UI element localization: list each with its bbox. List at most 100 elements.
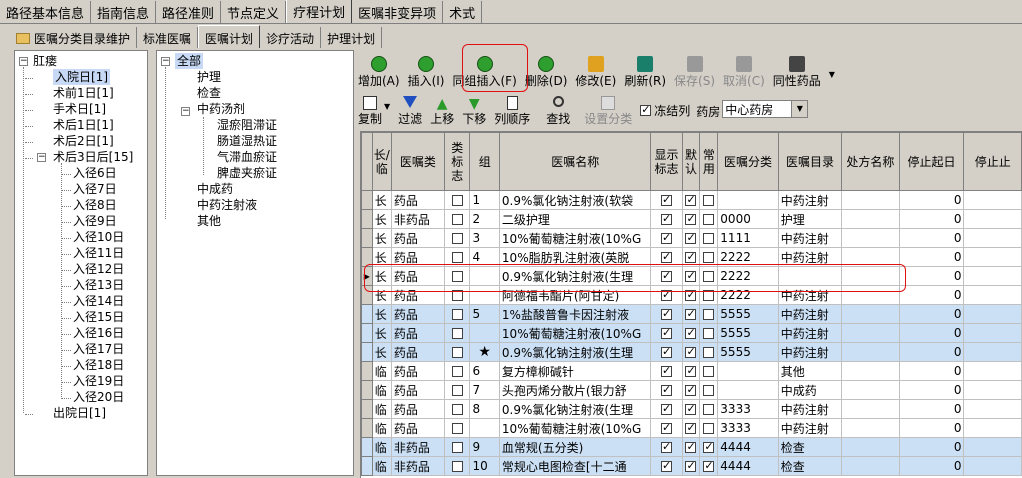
table-row[interactable]: 临药品 7头孢丙烯分散片(银力舒 中成药 0 xyxy=(361,380,1022,400)
move-up-button[interactable]: ▲ 上移 xyxy=(430,96,454,126)
header-show-flag[interactable]: 显示标志 xyxy=(650,132,683,191)
default-checkbox[interactable] xyxy=(685,231,697,245)
tree-node[interactable]: 入径11日 xyxy=(73,245,124,261)
common-checkbox[interactable] xyxy=(703,214,715,225)
filter-button[interactable]: 过滤 xyxy=(398,96,422,126)
tree-node[interactable]: 入径18日 xyxy=(73,357,124,373)
show-flag-checkbox[interactable] xyxy=(661,307,672,321)
tab-nursing-plan[interactable]: 护理计划 xyxy=(321,27,383,48)
common-checkbox[interactable] xyxy=(703,423,715,434)
tree-node[interactable]: 入径19日 xyxy=(73,373,124,389)
tree-node[interactable]: 中药注射液 xyxy=(197,197,257,213)
toolbar-button[interactable]: 删除(D) xyxy=(525,56,567,88)
order-grid[interactable]: 长/临 医嘱类 类标志组医嘱名称 显示标志 默认 常用 医嘱分类 医嘱目录 处方名称 停止起日 停止… xyxy=(360,131,1022,478)
type-flag-checkbox[interactable] xyxy=(451,423,463,434)
tree-root[interactable]: 全部 xyxy=(175,53,204,69)
header-order-category[interactable]: 医嘱分类 xyxy=(717,132,779,191)
show-flag-checkbox[interactable] xyxy=(661,326,672,340)
set-category-button[interactable]: 设置分类 xyxy=(584,96,632,126)
tree-node[interactable]: 入院日[1] xyxy=(53,69,110,85)
default-checkbox[interactable] xyxy=(685,440,697,454)
type-flag-checkbox[interactable] xyxy=(451,442,463,453)
tree-node[interactable]: 入径9日 xyxy=(73,213,117,229)
collapse-icon[interactable]: − xyxy=(37,153,46,162)
collapse-icon[interactable]: − xyxy=(161,57,170,66)
tree-node[interactable]: 其他 xyxy=(197,213,221,229)
tree-node[interactable]: 术前1日[1] xyxy=(53,85,114,101)
tree-node[interactable]: 肠道湿热证 xyxy=(217,133,277,149)
type-flag-checkbox[interactable] xyxy=(451,309,463,320)
show-flag-checkbox[interactable] xyxy=(661,383,672,397)
header-prescription-name[interactable]: 处方名称 xyxy=(841,132,900,191)
show-flag-checkbox[interactable] xyxy=(661,212,672,226)
default-checkbox[interactable] xyxy=(685,212,697,226)
header-default[interactable]: 默认 xyxy=(681,132,701,191)
table-row[interactable]: 长药品 ★0.9%氯化钠注射液(生理 5555中药注射 0 xyxy=(361,342,1022,362)
tree-node[interactable]: 气滞血瘀证 xyxy=(217,149,277,165)
show-flag-checkbox[interactable] xyxy=(661,250,672,264)
tree-node[interactable]: 入径15日 xyxy=(73,309,124,325)
table-row[interactable]: 长非药品 2二级护理 0000护理 0 xyxy=(361,209,1022,229)
type-flag-checkbox[interactable] xyxy=(451,195,463,206)
tree-node[interactable]: 入径20日 xyxy=(73,389,124,405)
tree-node[interactable]: 出院日[1] xyxy=(53,405,106,421)
common-checkbox[interactable] xyxy=(703,328,715,339)
tab-node-definition[interactable]: 节点定义 xyxy=(221,1,287,23)
tab-treatment-plan[interactable]: 疗程计划 xyxy=(286,0,353,23)
common-checkbox[interactable] xyxy=(703,195,715,206)
type-flag-checkbox[interactable] xyxy=(451,252,463,263)
tree-node[interactable]: 术后2日[1] xyxy=(53,133,114,149)
search-button[interactable]: 查找 xyxy=(546,96,570,126)
show-flag-checkbox[interactable] xyxy=(661,193,672,207)
default-checkbox[interactable] xyxy=(685,402,697,416)
tree-node[interactable]: 入径16日 xyxy=(73,325,124,341)
tree-node[interactable]: 中药汤剂 xyxy=(197,101,245,117)
table-row[interactable]: 临药品 10%葡萄糖注射液(10%G 3333中药注射 0 xyxy=(361,418,1022,438)
tree-node[interactable]: 术后1日[1] xyxy=(53,117,114,133)
default-checkbox[interactable] xyxy=(685,421,697,435)
collapse-icon[interactable]: − xyxy=(19,57,28,66)
header-common[interactable]: 常用 xyxy=(699,132,719,191)
common-checkbox[interactable] xyxy=(703,404,715,415)
header-order-name[interactable]: 医嘱名称 xyxy=(498,132,652,191)
move-down-button[interactable]: ▼ 下移 xyxy=(462,96,486,126)
default-checkbox[interactable] xyxy=(685,326,697,340)
tree-node[interactable]: 入径8日 xyxy=(73,197,117,213)
common-checkbox[interactable] xyxy=(703,233,715,244)
common-checkbox[interactable] xyxy=(703,252,715,263)
tree-node[interactable]: 护理 xyxy=(197,69,221,85)
show-flag-checkbox[interactable] xyxy=(661,364,672,378)
table-row[interactable]: 长药品 310%葡萄糖注射液(10%G 1111中药注射 0 xyxy=(361,228,1022,248)
default-checkbox[interactable] xyxy=(685,364,697,378)
common-checkbox[interactable] xyxy=(703,366,715,377)
common-checkbox[interactable] xyxy=(703,309,715,320)
header-group[interactable]: 组 xyxy=(469,132,500,191)
tree-node[interactable]: 入径7日 xyxy=(73,181,117,197)
table-row[interactable]: 临药品 6复方樟柳碱针 其他 0 xyxy=(361,361,1022,381)
tree-node[interactable]: 检查 xyxy=(197,85,221,101)
type-flag-checkbox[interactable] xyxy=(451,461,463,472)
tree-node[interactable]: 入径17日 xyxy=(73,341,124,357)
toolbar-button[interactable]: 修改(E) xyxy=(575,56,616,88)
type-flag-checkbox[interactable] xyxy=(451,385,463,396)
tab-standard-orders[interactable]: 标准医嘱 xyxy=(137,27,199,48)
copy-button[interactable]: 复制 xyxy=(358,96,382,126)
table-row[interactable]: 临非药品 9血常规(五分类) 4444检查 0 xyxy=(361,437,1022,457)
type-flag-checkbox[interactable] xyxy=(451,347,463,358)
common-checkbox[interactable] xyxy=(703,440,715,454)
copy-dropdown-icon[interactable]: ▼ xyxy=(384,102,390,111)
table-row[interactable]: 长药品 51%盐酸普鲁卡因注射液 5555中药注射 0 xyxy=(361,304,1022,324)
default-checkbox[interactable] xyxy=(685,307,697,321)
header-long-temp[interactable]: 长/临 xyxy=(371,132,392,191)
freeze-columns-checkbox[interactable]: 冻结列 xyxy=(640,102,690,119)
toolbar-more-icon[interactable]: ▼ xyxy=(829,70,835,79)
tab-treatment-activities[interactable]: 诊疗活动 xyxy=(260,27,322,48)
pharmacy-select[interactable]: 中心药房 ▼ xyxy=(722,100,809,118)
tab-path-basic-info[interactable]: 路径基本信息 xyxy=(0,1,92,23)
table-row[interactable]: 长药品 10%葡萄糖注射液(10%G 5555中药注射 0 xyxy=(361,323,1022,343)
path-day-tree[interactable]: − 肛瘘 入院日[1] 术前1日[1] 手术日[1] 术后1日[1] 术后2日[1] 术后… xyxy=(14,50,148,476)
tree-node[interactable]: 湿瘀阻滞证 xyxy=(217,117,277,133)
tree-node[interactable]: 入径13日 xyxy=(73,277,124,293)
collapse-icon[interactable]: − xyxy=(181,107,190,116)
tree-node[interactable]: 脾虚夹瘀证 xyxy=(217,165,277,181)
